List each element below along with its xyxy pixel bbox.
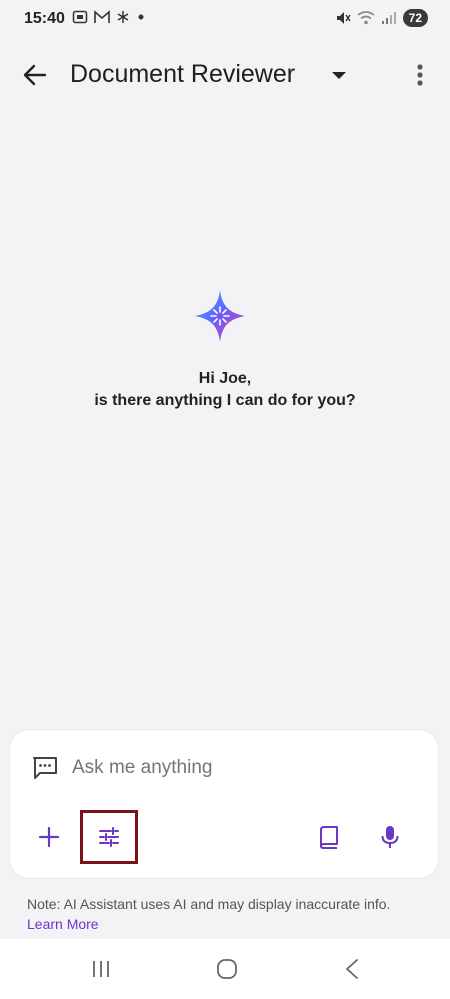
ask-input[interactable] — [70, 756, 374, 780]
more-vertical-icon — [417, 64, 423, 86]
disclaimer-note: Note: AI Assistant uses AI and may displ… — [27, 894, 427, 934]
home-icon[interactable] — [216, 958, 238, 980]
microphone-button[interactable] — [380, 825, 400, 849]
title-dropdown-button[interactable] — [329, 66, 349, 86]
arrow-left-icon — [23, 64, 47, 86]
more-options-button[interactable] — [408, 60, 432, 90]
nav-back-icon[interactable] — [343, 958, 361, 980]
disclaimer-text: Note: AI Assistant uses AI and may displ… — [27, 896, 391, 912]
mute-icon — [336, 12, 351, 24]
add-button[interactable] — [38, 826, 60, 848]
recent-apps-icon[interactable] — [90, 959, 112, 979]
status-bar: 15:40 72 — [0, 0, 450, 40]
greeting: Hi Joe, is there anything I can do for y… — [0, 368, 450, 412]
learn-more-link[interactable]: Learn More — [27, 916, 99, 932]
composer — [10, 730, 438, 878]
status-time: 15:40 — [24, 10, 65, 27]
signal-icon — [381, 12, 396, 24]
chat-bubble-icon — [33, 757, 57, 779]
dot-icon — [138, 14, 144, 20]
tune-icon — [99, 827, 119, 847]
battery-badge: 72 — [402, 9, 428, 27]
settings-tune-button[interactable] — [80, 810, 138, 864]
asterisk-icon — [117, 11, 129, 23]
app-title[interactable]: Document Reviewer — [70, 60, 295, 89]
gmail-icon — [94, 10, 110, 23]
greeting-line-1: Hi Joe, — [198, 370, 252, 387]
app-bar: Document Reviewer — [0, 48, 450, 102]
screenshot-icon — [72, 10, 88, 24]
back-button[interactable] — [20, 60, 50, 90]
library-book-button[interactable] — [318, 825, 340, 849]
caret-down-icon — [332, 72, 346, 79]
system-nav-bar — [0, 939, 450, 999]
status-right-icons: 72 — [335, 9, 428, 27]
greeting-line-2: is there anything I can do for you? — [94, 392, 356, 409]
status-left-icons — [72, 9, 146, 25]
wifi-icon — [357, 11, 375, 25]
ai-sparkle-icon — [195, 290, 245, 342]
